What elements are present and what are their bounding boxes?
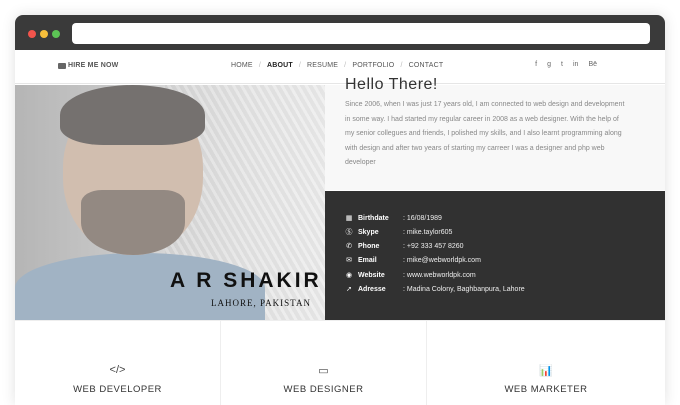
info-row-website: ◉ Website : www.webworldpk.com bbox=[345, 272, 476, 279]
hire-me-label: HIRE ME NOW bbox=[68, 62, 119, 69]
service-label: WEB MARKETER bbox=[504, 384, 588, 395]
envelope-icon: ✉ bbox=[346, 257, 352, 264]
menu-item-about[interactable]: ABOUT bbox=[267, 62, 293, 69]
menu-item-home[interactable]: HOME bbox=[231, 62, 253, 69]
menu-separator: / bbox=[344, 62, 347, 69]
services-row: </> WEB DEVELOPER ▭ WEB DESIGNER 📊 WEB M… bbox=[15, 320, 665, 405]
skype-icon: Ⓢ bbox=[345, 229, 353, 236]
google-plus-icon[interactable]: g bbox=[547, 61, 551, 68]
info-row-phone: ✆ Phone : +92 333 457 8260 bbox=[346, 243, 464, 250]
calendar-icon: ▦ bbox=[345, 215, 353, 222]
info-row-birthdate: ▦ Birthdate : 16/08/1989 bbox=[345, 215, 442, 222]
service-label: WEB DEVELOPER bbox=[73, 384, 162, 395]
behance-icon[interactable]: Bē bbox=[588, 61, 597, 68]
browser-window: HIRE ME NOW HOME / ABOUT / RESUME / PORT… bbox=[15, 15, 665, 405]
personal-info-panel: ▦ Birthdate : 16/08/1989 Ⓢ Skype : mike.… bbox=[325, 191, 665, 320]
service-web-developer[interactable]: </> WEB DEVELOPER bbox=[15, 321, 221, 405]
maximize-window-button[interactable] bbox=[52, 30, 60, 38]
service-label: WEB DESIGNER bbox=[283, 384, 364, 395]
browser-chrome bbox=[15, 15, 665, 50]
code-icon: </> bbox=[109, 364, 126, 376]
laptop-icon: ▭ bbox=[318, 365, 329, 377]
service-web-marketer[interactable]: 📊 WEB MARKETER bbox=[427, 321, 665, 405]
twitter-icon[interactable]: t bbox=[561, 61, 563, 68]
info-row-address: ➚ Adresse : Madina Colony, Baghbanpura, … bbox=[346, 286, 525, 293]
menu-separator: / bbox=[258, 62, 261, 69]
info-row-skype: Ⓢ Skype : mike.taylor605 bbox=[345, 229, 453, 236]
facebook-icon[interactable]: f bbox=[535, 61, 537, 68]
menu-separator: / bbox=[400, 62, 403, 69]
linkedin-icon[interactable]: in bbox=[573, 61, 578, 68]
profile-name: A R SHAKIR bbox=[170, 269, 322, 292]
menu-item-contact[interactable]: CONTACT bbox=[409, 62, 444, 69]
about-heading: Hello There! bbox=[345, 76, 438, 93]
globe-icon: ◉ bbox=[345, 272, 353, 279]
phone-icon: ✆ bbox=[346, 243, 352, 250]
about-section: Hello There! Since 2006, when I was just… bbox=[325, 76, 665, 190]
menu-item-portfolio[interactable]: PORTFOLIO bbox=[352, 62, 394, 69]
menu-item-resume[interactable]: RESUME bbox=[307, 62, 338, 69]
close-window-button[interactable] bbox=[28, 30, 36, 38]
menu-separator: / bbox=[298, 62, 302, 69]
profile-photo: A R SHAKIR LAHORE, PAKISTAN bbox=[15, 85, 325, 320]
profile-location: LAHORE, PAKISTAN bbox=[211, 298, 311, 308]
main-menu: HOME / ABOUT / RESUME / PORTFOLIO / CONT… bbox=[231, 62, 443, 69]
minimize-window-button[interactable] bbox=[40, 30, 48, 38]
hire-me-link[interactable]: HIRE ME NOW bbox=[58, 62, 118, 69]
site-navbar: HIRE ME NOW HOME / ABOUT / RESUME / PORT… bbox=[15, 50, 665, 84]
info-row-email: ✉ Email : mike@webworldpk.com bbox=[346, 257, 481, 264]
briefcase-icon bbox=[58, 62, 66, 69]
about-paragraph: Since 2006, when I was just 17 years old… bbox=[345, 101, 625, 166]
service-web-designer[interactable]: ▭ WEB DESIGNER bbox=[221, 321, 427, 405]
bar-chart-icon: 📊 bbox=[539, 365, 553, 377]
location-arrow-icon: ➚ bbox=[346, 286, 352, 293]
address-bar[interactable] bbox=[72, 23, 650, 44]
social-links: f g t in Bē bbox=[525, 61, 597, 68]
